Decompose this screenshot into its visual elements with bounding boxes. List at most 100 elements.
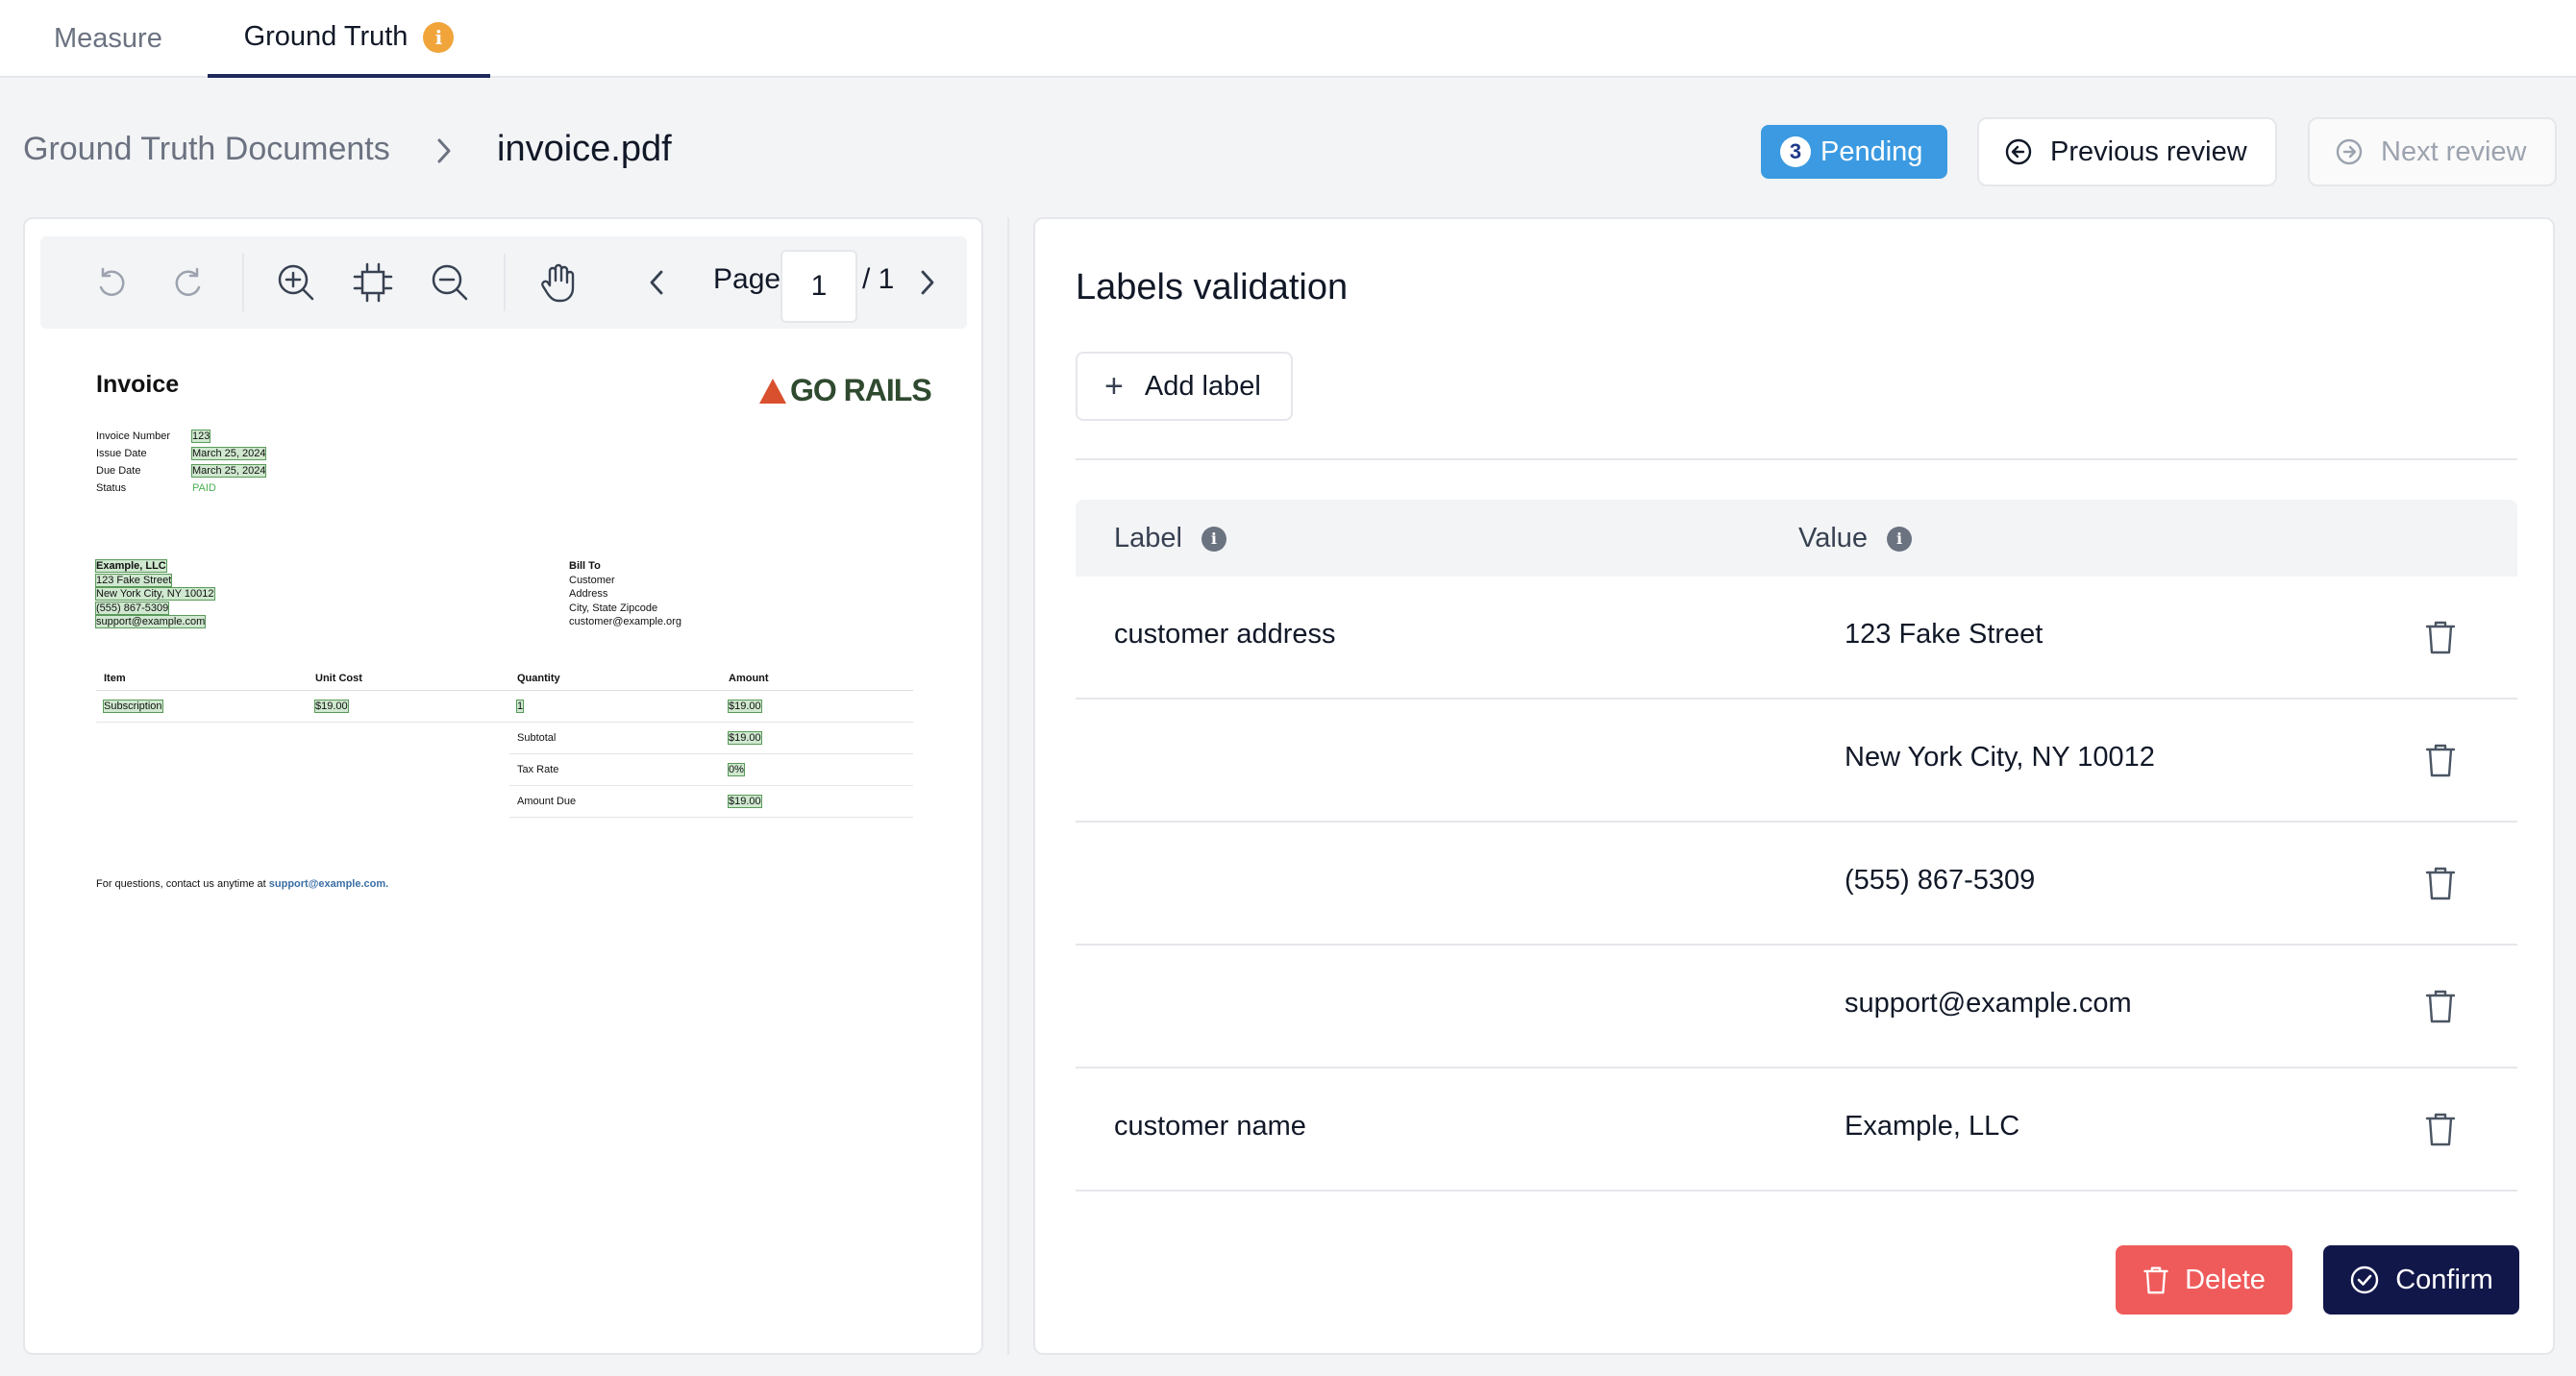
zoom-in-icon[interactable] <box>273 259 319 306</box>
invoice-meta-row: Due Date March 25, 2024 <box>96 464 267 478</box>
meta-key: Status <box>96 482 127 494</box>
table-row: Subscription $19.00 1 $19.00 <box>96 690 913 723</box>
confirm-label: Confirm <box>2395 1264 2493 1295</box>
tab-ground-truth[interactable]: Ground Truth i <box>208 0 490 78</box>
next-review-button[interactable]: Next review <box>2308 117 2557 186</box>
info-icon[interactable]: i <box>1887 526 1913 552</box>
add-label-button[interactable]: + Add label <box>1076 352 1293 421</box>
label-cell: customer name <box>1114 1111 1306 1142</box>
toolbar-divider <box>504 254 506 311</box>
trash-icon[interactable] <box>2421 617 2460 657</box>
meta-value[interactable]: March 25, 2024 <box>190 464 267 478</box>
plus-icon: + <box>1104 367 1124 405</box>
labels-validation-panel: Labels validation + Add label Label i Va… <box>1033 217 2555 1355</box>
add-label-text: Add label <box>1144 370 1261 402</box>
previous-review-button[interactable]: Previous review <box>1977 117 2277 186</box>
value-cell: (555) 867-5309 <box>1845 865 2036 896</box>
from-line[interactable]: New York City, NY 10012 <box>95 587 215 601</box>
value-cell: Example, LLC <box>1845 1111 2020 1142</box>
trash-icon[interactable] <box>2421 863 2460 903</box>
pending-label: Pending <box>1821 135 1923 167</box>
check-circle-icon <box>2351 1265 2379 1294</box>
tab-ground-truth-label: Ground Truth <box>243 21 409 52</box>
table-header: Amount <box>721 667 913 691</box>
fit-page-icon[interactable] <box>350 259 396 306</box>
panel-divider[interactable] <box>1007 217 1009 1355</box>
table-row: support@example.com <box>1076 946 2517 1069</box>
panel-title: Labels validation <box>1076 267 1349 307</box>
table-row: Tax Rate 0% <box>96 753 913 786</box>
chevron-left-icon[interactable] <box>634 259 681 306</box>
table-cell[interactable]: Subscription <box>103 700 163 713</box>
from-line[interactable]: (555) 867-5309 <box>94 601 170 615</box>
table-header: Unit Cost <box>308 667 509 691</box>
table-cell[interactable]: $19.00 <box>728 795 762 808</box>
zoom-out-icon[interactable] <box>427 259 473 306</box>
table-cell: Subtotal <box>509 722 721 754</box>
trash-icon[interactable] <box>2421 1109 2460 1149</box>
viewer-toolbar: Page 1 / 1 <box>40 236 967 329</box>
top-tab-bar: Measure Ground Truth i <box>0 0 2576 78</box>
bill-to: Bill To Customer Address City, State Zip… <box>569 559 681 629</box>
confirm-button[interactable]: Confirm <box>2323 1245 2519 1315</box>
table-cell[interactable]: 1 <box>515 700 525 713</box>
info-icon[interactable]: i <box>1201 526 1226 552</box>
table-cell: Amount Due <box>509 785 721 818</box>
invoice-meta-row: Invoice Number 123 <box>96 430 211 443</box>
label-cell: customer address <box>1114 619 1336 650</box>
bill-to-line: Address <box>569 588 608 600</box>
from-line[interactable]: support@example.com <box>94 615 207 628</box>
table-header: Item <box>96 667 308 691</box>
bill-to-line: Customer <box>569 574 615 586</box>
divider <box>1076 458 2517 460</box>
breadcrumb-root[interactable]: Ground Truth Documents <box>23 131 390 168</box>
footer-text: For questions, contact us anytime at <box>96 878 269 890</box>
table-cell: Tax Rate <box>509 753 721 786</box>
table-cell[interactable]: $19.00 <box>314 700 349 713</box>
from-line[interactable]: Example, LLC <box>95 559 167 573</box>
table-row: customer name Example, LLC <box>1076 1069 2517 1192</box>
column-header-label: Label i <box>1114 523 1226 554</box>
next-review-label: Next review <box>2381 135 2527 167</box>
table-row: customer address 123 Fake Street <box>1076 577 2517 700</box>
meta-value[interactable]: March 25, 2024 <box>190 447 267 460</box>
meta-value: PAID <box>192 482 216 494</box>
page-title: invoice.pdf <box>497 129 672 169</box>
delete-button[interactable]: Delete <box>2116 1245 2292 1315</box>
table-row: Amount Due $19.00 <box>96 785 913 818</box>
trash-icon[interactable] <box>2421 986 2460 1026</box>
table-cell[interactable]: 0% <box>728 763 745 776</box>
page-number-input[interactable]: 1 <box>780 250 857 323</box>
footer-link[interactable]: support@example.com. <box>269 878 388 890</box>
redo-icon[interactable] <box>165 259 211 306</box>
logo-text: GO RAILS <box>790 373 932 407</box>
value-cell: support@example.com <box>1845 988 2132 1019</box>
invoice-items-table: Item Unit Cost Quantity Amount Subscript… <box>96 667 913 818</box>
logo-triangle-icon <box>759 378 786 404</box>
undo-icon[interactable] <box>88 259 135 306</box>
from-line[interactable]: 123 Fake Street <box>94 573 173 587</box>
document-viewer: Page 1 / 1 Invoice GO RAILS Invoice Numb… <box>23 217 983 1355</box>
table-cell[interactable]: $19.00 <box>728 731 762 745</box>
status-badge: 3 Pending <box>1761 125 1947 179</box>
table-row: Subtotal $19.00 <box>96 722 913 754</box>
hand-icon[interactable] <box>534 259 581 306</box>
table-row: (555) 867-5309 <box>1076 823 2517 946</box>
pending-count: 3 <box>1780 136 1811 167</box>
table-header: Quantity <box>509 667 721 691</box>
info-icon[interactable]: i <box>423 21 455 53</box>
table-header-row: Item Unit Cost Quantity Amount <box>96 667 913 691</box>
chevron-right-icon <box>437 138 451 163</box>
tab-measure[interactable]: Measure <box>54 0 162 78</box>
meta-value[interactable]: 123 <box>190 430 211 443</box>
invoice-footer: For questions, contact us anytime at sup… <box>96 878 388 890</box>
trash-icon[interactable] <box>2421 740 2460 780</box>
table-cell[interactable]: $19.00 <box>728 700 762 713</box>
column-header-value: Value i <box>1798 523 1913 554</box>
meta-key: Invoice Number <box>96 430 171 442</box>
invoice-meta-row: Issue Date March 25, 2024 <box>96 447 267 460</box>
bill-to-title: Bill To <box>569 560 601 572</box>
toolbar-divider <box>242 254 244 311</box>
labels-table-header: Label i Value i <box>1076 500 2517 577</box>
chevron-right-icon[interactable] <box>904 259 950 306</box>
